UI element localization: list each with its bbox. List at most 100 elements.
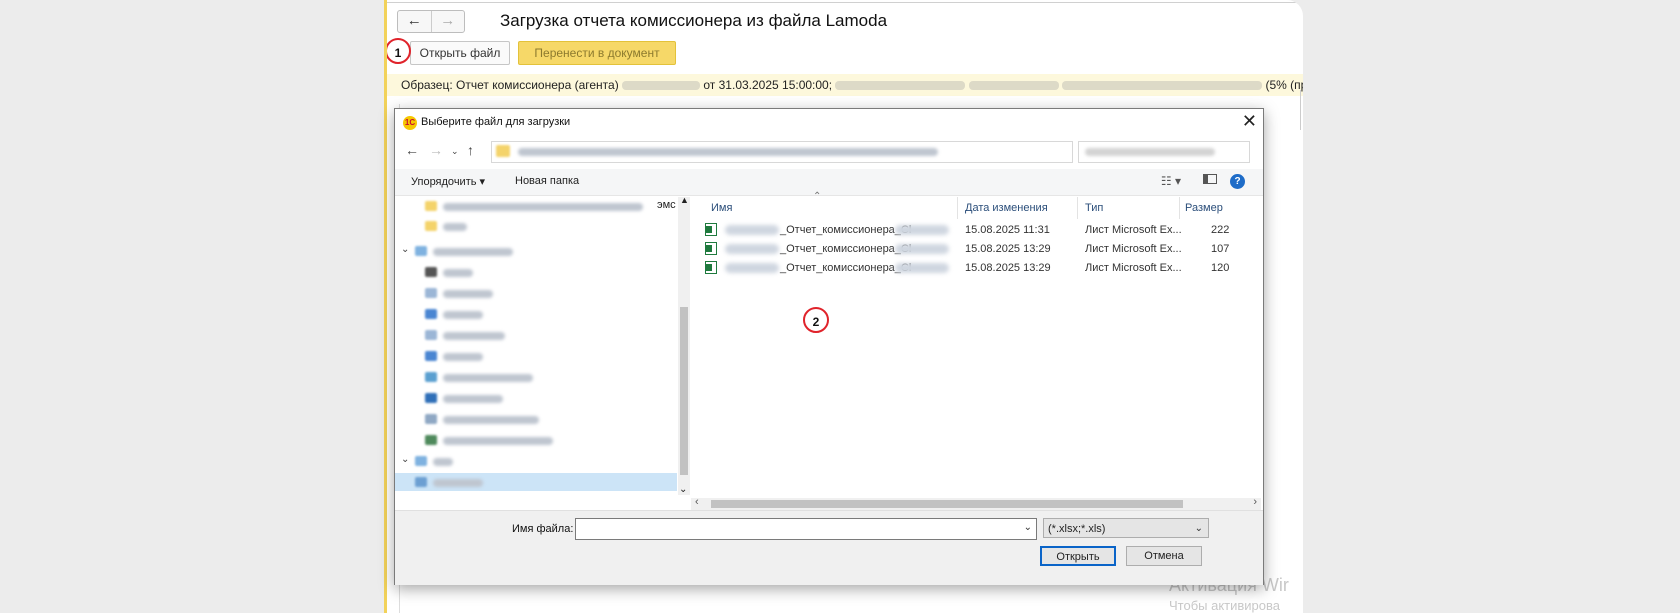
- excel-file-icon: [705, 242, 717, 255]
- tree-item[interactable]: эмс: [395, 197, 677, 215]
- file-row[interactable]: _Отчет_комиссионера_Cl 15.08.2025 13:29 …: [691, 240, 1261, 258]
- hscroll-thumb[interactable]: [711, 500, 1183, 508]
- folder-icon: [425, 221, 437, 231]
- tree-item[interactable]: [395, 326, 677, 344]
- dialog-title: Выберите файл для загрузки: [421, 116, 571, 128]
- chevron-down-icon[interactable]: ⌄: [401, 244, 409, 255]
- tree-item[interactable]: ⌄: [395, 242, 677, 260]
- scroll-left-icon[interactable]: ‹: [695, 496, 699, 508]
- tree-item[interactable]: [395, 347, 677, 365]
- file-date: 15.08.2025 11:31: [965, 224, 1050, 236]
- blurred-label: [443, 374, 533, 382]
- scroll-down-icon[interactable]: ⌄: [679, 484, 687, 495]
- blurred-label: [443, 311, 483, 319]
- file-open-dialog: 1С Выберите файл для загрузки ✕ ← → ⌄ ↑ …: [394, 108, 1264, 585]
- blurred-label: [443, 395, 503, 403]
- file-type: Лист Microsoft Ex...: [1085, 224, 1182, 236]
- up-arrow-icon[interactable]: ↑: [467, 142, 474, 158]
- blurred-label: [443, 437, 553, 445]
- blurred-prefix: [725, 225, 779, 235]
- folder-icon: [425, 351, 437, 361]
- blurred-label: [443, 290, 493, 298]
- tree-item[interactable]: [395, 368, 677, 386]
- folder-icon: [425, 393, 437, 403]
- computer-icon: [415, 477, 427, 487]
- search-box[interactable]: [1078, 141, 1250, 163]
- column-header-date[interactable]: Дата изменения: [965, 202, 1048, 214]
- scroll-right-icon[interactable]: ›: [1253, 496, 1257, 508]
- tree-scroll-thumb[interactable]: [680, 307, 688, 475]
- new-folder-button[interactable]: Новая папка: [515, 175, 579, 187]
- tree-item[interactable]: ⌄: [395, 452, 677, 470]
- blurred-number: [622, 81, 701, 91]
- folder-icon: [425, 288, 437, 298]
- chevron-down-icon: ⌄: [1194, 523, 1203, 534]
- tree-item[interactable]: [395, 389, 677, 407]
- filename-label: Имя файла:: [512, 523, 574, 535]
- transfer-to-document-button[interactable]: Перенести в документ: [518, 41, 676, 65]
- folder-icon: [425, 267, 437, 277]
- filename-input[interactable]: ⌄: [575, 518, 1037, 540]
- sample-text-date: от 31.03.2025 15:00:00;: [703, 78, 833, 92]
- folder-icon: [425, 201, 437, 211]
- file-list: ⌃ Имя Дата изменения Тип Размер _Отчет_к…: [691, 191, 1261, 487]
- network-icon: [415, 456, 427, 466]
- back-button[interactable]: ←: [398, 11, 431, 32]
- dialog-titlebar: 1С Выберите файл для загрузки ✕: [395, 109, 1263, 135]
- blurred-label: [443, 269, 473, 277]
- scroll-up-icon[interactable]: ▲: [680, 195, 689, 205]
- excel-file-icon: [705, 223, 717, 236]
- blurred-label: [443, 203, 643, 211]
- help-icon[interactable]: ?: [1230, 174, 1245, 189]
- 1c-logo-icon: 1С: [403, 116, 417, 130]
- open-button[interactable]: Открыть: [1040, 546, 1116, 566]
- file-size: 107: [1211, 243, 1230, 255]
- tree-item[interactable]: [395, 263, 677, 281]
- forward-arrow-icon[interactable]: →: [429, 142, 443, 158]
- file-type: Лист Microsoft Ex...: [1085, 262, 1182, 274]
- blurred-text: [968, 81, 1059, 91]
- chevron-down-icon[interactable]: ⌄: [401, 454, 409, 465]
- file-list-hscrollbar[interactable]: ‹ ›: [691, 496, 1261, 510]
- tree-item-selected[interactable]: [395, 473, 677, 491]
- tree-item[interactable]: [395, 305, 677, 323]
- tree-item[interactable]: [395, 217, 677, 235]
- close-icon[interactable]: ✕: [1242, 111, 1257, 132]
- blurred-path: [518, 148, 938, 156]
- navigation-tree: эмс ⌄ ⌄: [395, 197, 677, 495]
- tree-item[interactable]: [395, 284, 677, 302]
- file-size: 222: [1211, 224, 1230, 236]
- tree-item[interactable]: [395, 431, 677, 449]
- column-header-name[interactable]: Имя: [711, 202, 732, 214]
- file-size: 120: [1211, 262, 1230, 274]
- tree-scrollbar[interactable]: ▲ ⌄: [678, 195, 690, 495]
- tree-item[interactable]: [395, 410, 677, 428]
- address-bar[interactable]: [491, 141, 1073, 163]
- file-type-filter[interactable]: (*.xlsx;*.xls) ⌄: [1043, 518, 1209, 538]
- chevron-down-icon[interactable]: ⌄: [1024, 522, 1032, 533]
- address-row: ← → ⌄ ↑: [395, 139, 1263, 165]
- folder-icon: [425, 372, 437, 382]
- open-file-button[interactable]: Открыть файл: [410, 41, 510, 65]
- blurred-suffix: [895, 244, 949, 254]
- organize-menu[interactable]: Упорядочить ▾: [411, 175, 485, 188]
- cancel-button[interactable]: Отмена: [1126, 546, 1202, 566]
- column-header-size[interactable]: Размер: [1185, 202, 1223, 214]
- blurred-label: [443, 332, 505, 340]
- organize-label: Упорядочить: [411, 176, 477, 188]
- file-row[interactable]: _Отчет_комиссионера_Cl 15.08.2025 11:31 …: [691, 221, 1261, 239]
- view-options-icon[interactable]: ☷ ▾: [1161, 174, 1181, 188]
- nav-buttons: ← →: [397, 10, 465, 33]
- file-date: 15.08.2025 13:29: [965, 243, 1051, 255]
- blurred-label: [443, 223, 467, 231]
- preview-pane-icon[interactable]: [1203, 174, 1217, 184]
- file-row[interactable]: _Отчет_комиссионера_Cl 15.08.2025 13:29 …: [691, 259, 1261, 277]
- recent-locations-chevron-icon[interactable]: ⌄: [451, 146, 459, 157]
- folder-icon: [425, 414, 437, 424]
- column-header-type[interactable]: Тип: [1085, 202, 1103, 214]
- forward-button[interactable]: →: [430, 11, 465, 32]
- back-arrow-icon[interactable]: ←: [405, 142, 419, 158]
- excel-file-icon: [705, 261, 717, 274]
- form-border-right: [1300, 90, 1303, 130]
- sample-label: Образец:: [401, 78, 453, 92]
